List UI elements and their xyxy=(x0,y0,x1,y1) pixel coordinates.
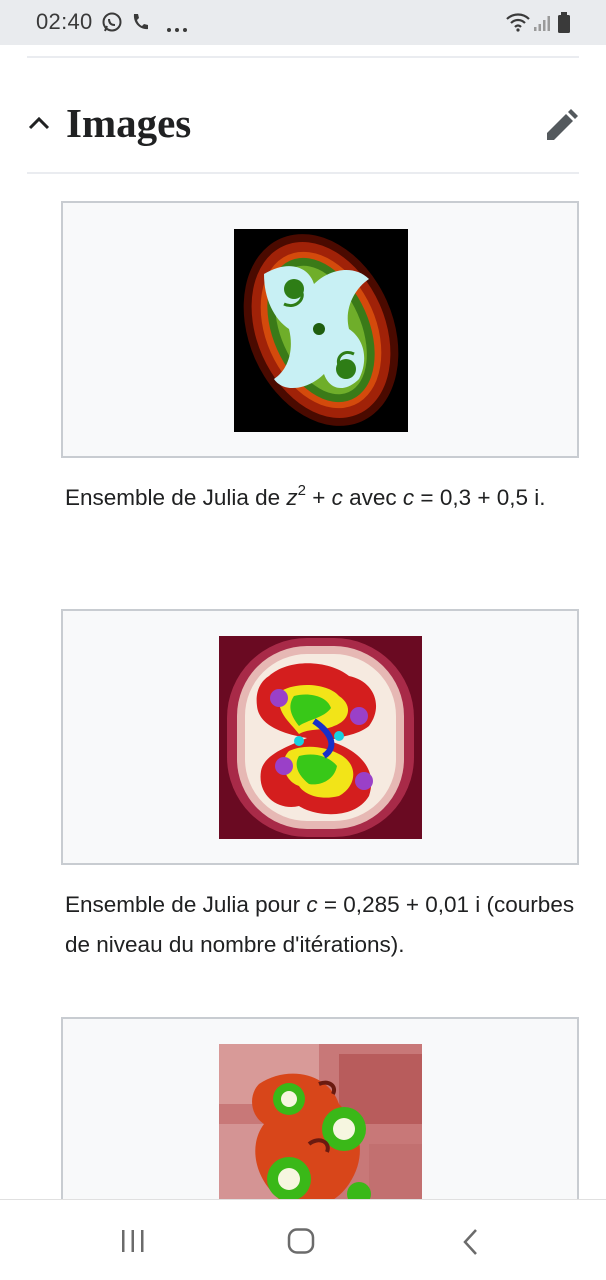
pencil-icon[interactable] xyxy=(544,109,578,148)
caption-var: c xyxy=(331,485,343,510)
caption-text: Ensemble de Julia de xyxy=(65,485,287,510)
wifi-icon xyxy=(505,12,531,37)
signal-icon xyxy=(533,14,551,37)
gallery-item[interactable] xyxy=(61,201,579,458)
whatsapp-icon xyxy=(101,11,123,38)
caption-text: + xyxy=(305,485,332,510)
more-dots-icon xyxy=(166,20,188,38)
top-divider xyxy=(27,56,579,58)
caption-text: avec xyxy=(342,485,403,510)
julia-set-2-image[interactable] xyxy=(219,636,422,839)
status-bar: 02:40 xyxy=(0,0,606,45)
caption-text: = 0,3 + 0,5 i. xyxy=(414,485,546,510)
section-title: Images xyxy=(66,100,192,146)
gallery-item[interactable] xyxy=(61,609,579,865)
caption-exponent: 2 xyxy=(297,481,306,499)
caption-text: Ensemble de Julia pour xyxy=(65,892,307,917)
battery-icon xyxy=(557,12,571,39)
caption-var: c xyxy=(306,892,318,917)
back-icon[interactable] xyxy=(461,1228,479,1261)
julia-set-1-image[interactable] xyxy=(234,229,408,432)
nav-bar xyxy=(0,1199,606,1280)
gallery-item[interactable] xyxy=(61,1017,579,1217)
gallery-caption: Ensemble de Julia de z2 + c avec c = 0,3… xyxy=(65,478,585,518)
recent-apps-icon[interactable] xyxy=(120,1228,146,1259)
caption-var: c xyxy=(402,485,415,510)
phone-icon xyxy=(130,12,150,37)
home-icon[interactable] xyxy=(287,1228,315,1259)
chevron-up-icon[interactable] xyxy=(27,115,51,136)
section-divider xyxy=(27,172,579,174)
julia-set-3-image[interactable] xyxy=(219,1044,422,1215)
section-header-images[interactable]: Images xyxy=(0,95,606,155)
gallery-caption: Ensemble de Julia pour c = 0,285 + 0,01 … xyxy=(65,885,585,965)
status-time: 02:40 xyxy=(36,9,93,34)
caption-var: z xyxy=(286,485,298,510)
